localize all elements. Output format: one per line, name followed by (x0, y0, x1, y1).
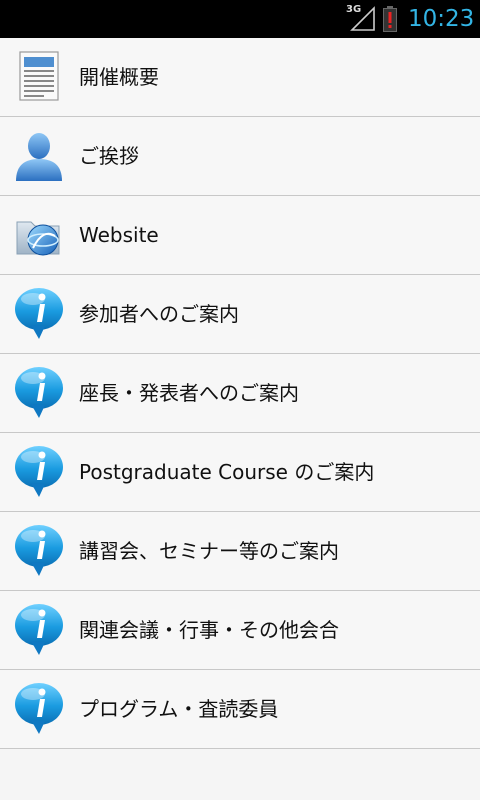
document-icon (13, 50, 65, 104)
clock: 10:23 (408, 6, 475, 32)
menu-item-seminars[interactable]: 講習会、セミナー等のご案内 (0, 512, 480, 591)
menu-item-label: ご挨拶 (79, 144, 139, 168)
info-bubble-icon (13, 524, 65, 578)
info-bubble-icon (13, 445, 65, 499)
person-icon (13, 129, 65, 183)
menu-item-related-meetings[interactable]: 関連会議・行事・その他会合 (0, 591, 480, 670)
menu-item-postgraduate-course[interactable]: Postgraduate Course のご案内 (0, 433, 480, 512)
menu-item-label: Postgraduate Course のご案内 (79, 460, 375, 484)
menu-item-label: 関連会議・行事・その他会合 (79, 618, 339, 642)
info-bubble-icon (13, 603, 65, 657)
menu-item-program-reviewers[interactable]: プログラム・査読委員 (0, 670, 480, 749)
menu-item-label: プログラム・査読委員 (79, 697, 279, 721)
menu-item-participants-guide[interactable]: 参加者へのご案内 (0, 275, 480, 354)
info-bubble-icon (13, 287, 65, 341)
menu-item-chair-presenter-guide[interactable]: 座長・発表者へのご案内 (0, 354, 480, 433)
info-bubble-icon (13, 366, 65, 420)
menu-item-label: 講習会、セミナー等のご案内 (79, 539, 339, 563)
menu-list: 開催概要 ご挨拶 Website 参加者へのご案内 座長・発表者へのご案内 Po… (0, 38, 480, 749)
menu-item-label: 座長・発表者へのご案内 (79, 381, 299, 405)
menu-item-label: 開催概要 (79, 65, 159, 89)
signal-icon: 3G (346, 4, 376, 32)
info-bubble-icon (13, 682, 65, 736)
menu-item-website[interactable]: Website (0, 196, 480, 275)
battery-alert-icon (383, 6, 397, 32)
menu-item-label: Website (79, 223, 159, 247)
status-bar: 3G 10:23 (0, 0, 480, 38)
menu-item-label: 参加者へのご案内 (79, 302, 239, 326)
network-type-label: 3G (346, 4, 362, 15)
menu-item-greeting[interactable]: ご挨拶 (0, 117, 480, 196)
globe-folder-icon (13, 208, 65, 262)
menu-item-overview[interactable]: 開催概要 (0, 38, 480, 117)
